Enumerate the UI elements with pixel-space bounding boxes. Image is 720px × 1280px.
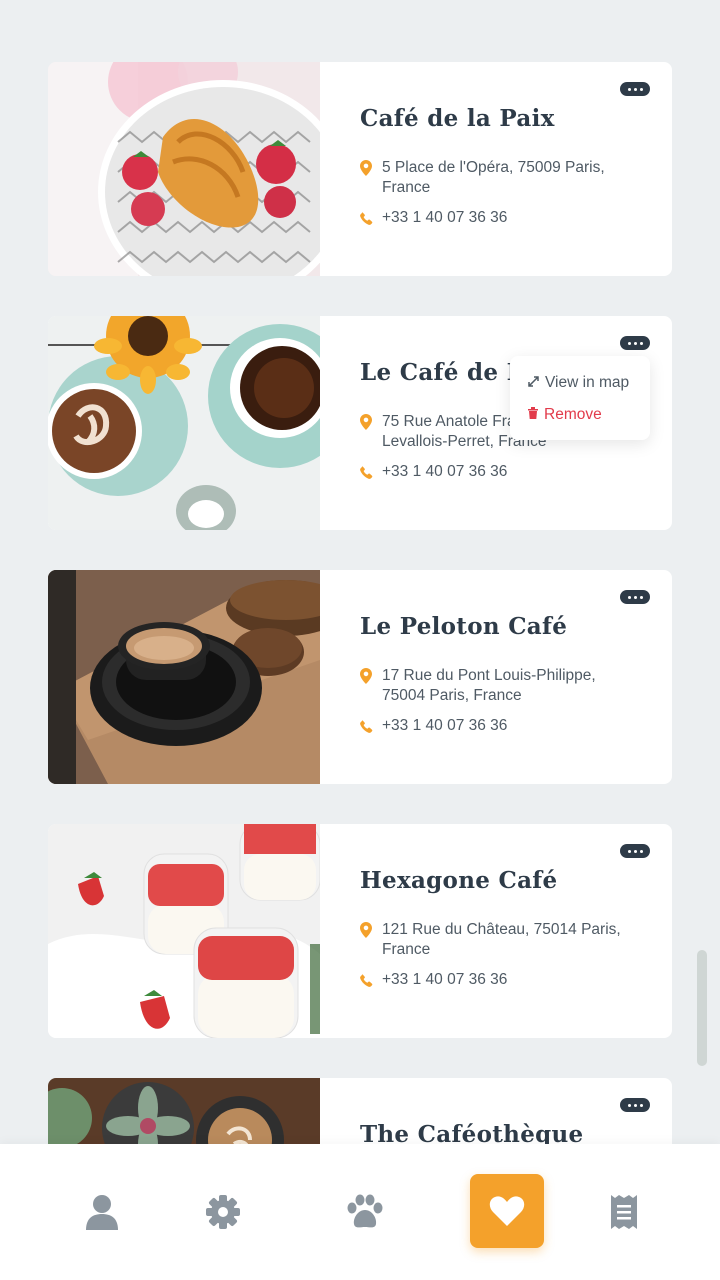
cafe-address: 5 Place de l'Opéra, 75009 Paris, France [382,158,605,198]
cafe-card[interactable]: Hexagone Café 121 Rue du Château, 75014 … [48,824,672,1038]
remove-label: Remove [544,406,602,423]
address-row: 5 Place de l'Opéra, 75009 Paris, France [360,158,672,198]
cafe-name: Hexagone Café [360,867,558,894]
more-options-button[interactable] [620,590,650,604]
bottom-navigation [0,1144,720,1280]
phone-icon [360,718,382,737]
phone-row: +33 1 40 07 36 36 [360,970,672,991]
nav-settings-button[interactable] [203,1192,243,1232]
cafe-phone[interactable]: +33 1 40 07 36 36 [382,462,507,482]
heart-icon [489,1196,525,1226]
expand-icon [528,374,539,392]
address-line-2: 75004 Paris, France [382,687,522,704]
cafe-card[interactable]: Le Peloton Café 17 Rue du Pont Louis-Phi… [48,570,672,784]
address-line-2: France [382,179,431,196]
phone-row: +33 1 40 07 36 36 [360,716,672,737]
more-options-button[interactable] [620,82,650,96]
address-line-1: 17 Rue du Pont Louis-Philippe, [382,667,596,684]
cafe-info: Le Peloton Café 17 Rue du Pont Louis-Phi… [320,570,672,784]
nav-favorites-button[interactable] [470,1174,544,1248]
address-line-2: France [382,941,431,958]
cafe-name: Café de la Paix [360,105,555,132]
cafe-phone[interactable]: +33 1 40 07 36 36 [382,970,507,990]
phone-row: +33 1 40 07 36 36 [360,462,672,483]
nav-profile-button[interactable] [82,1192,122,1232]
cafe-address: 17 Rue du Pont Louis-Philippe, 75004 Pari… [382,666,596,706]
cafe-photo [48,824,320,1038]
cafe-info: Café de la Paix 5 Place de l'Opéra, 7500… [320,62,672,276]
view-in-map-item[interactable]: View in map [528,372,650,394]
cafe-phone[interactable]: +33 1 40 07 36 36 [382,208,507,228]
location-pin-icon [360,414,382,434]
more-options-button[interactable] [620,1098,650,1112]
user-icon [86,1195,118,1230]
location-pin-icon [360,160,382,180]
phone-icon [360,464,382,483]
paw-icon [347,1194,383,1228]
cafe-phone[interactable]: +33 1 40 07 36 36 [382,716,507,736]
location-pin-icon [360,922,382,942]
gear-icon [206,1195,240,1229]
address-line-1: 121 Rue du Château, 75014 Paris, [382,921,621,938]
phone-row: +33 1 40 07 36 36 [360,208,672,229]
cafe-name: Le Peloton Café [360,613,568,640]
remove-item[interactable]: Remove [528,404,650,426]
context-menu: View in map Remove [510,356,650,440]
location-pin-icon [360,668,382,688]
receipt-icon [611,1195,637,1229]
phone-icon [360,210,382,229]
address-row: 121 Rue du Château, 75014 Paris, France [360,920,672,960]
nav-orders-button[interactable] [604,1192,644,1232]
view-in-map-label: View in map [545,374,630,391]
favorites-list: Café de la Paix 5 Place de l'Opéra, 7500… [48,62,672,1280]
cafe-photo [48,62,320,276]
cafe-photo [48,570,320,784]
address-row: 17 Rue du Pont Louis-Philippe, 75004 Pari… [360,666,672,706]
more-options-button[interactable] [620,336,650,350]
cafe-photo [48,316,320,530]
scrollbar-thumb[interactable] [697,950,707,1066]
more-options-button[interactable] [620,844,650,858]
trash-icon [528,406,538,424]
phone-icon [360,972,382,991]
cafe-info: Hexagone Café 121 Rue du Château, 75014 … [320,824,672,1038]
cafe-card[interactable]: Café de la Paix 5 Place de l'Opéra, 7500… [48,62,672,276]
address-line-1: 5 Place de l'Opéra, 75009 Paris, [382,159,605,176]
cafe-address: 121 Rue du Château, 75014 Paris, France [382,920,621,960]
cafe-card[interactable]: Le Café de France 75 Rue Anatole France,… [48,316,672,530]
nav-pets-button[interactable] [345,1192,385,1232]
